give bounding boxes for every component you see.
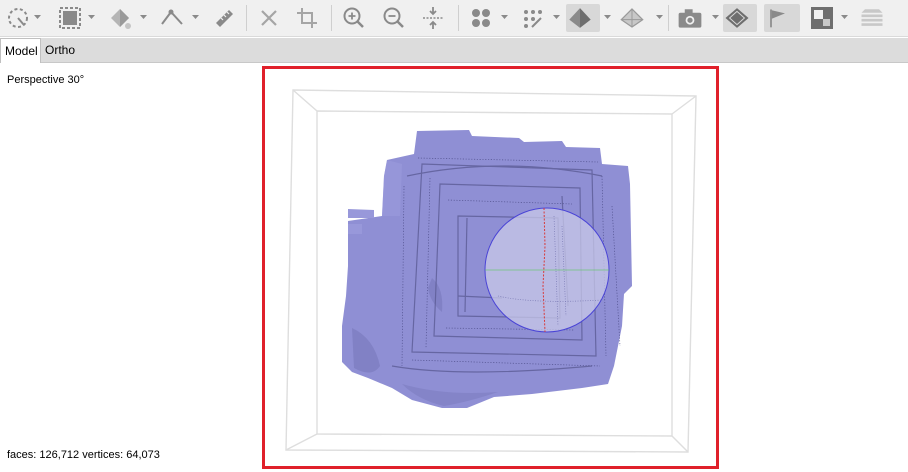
- zoom-in-icon[interactable]: [340, 4, 368, 32]
- toolbar: [0, 0, 908, 37]
- toolbar-separator: [331, 5, 332, 31]
- mesh-surface: [342, 130, 632, 408]
- solid-pyramid-icon[interactable]: [566, 4, 600, 32]
- projection-label: Perspective 30°: [7, 74, 85, 86]
- measure-angle-icon[interactable]: [158, 4, 186, 32]
- points-sparse-dropdown-icon[interactable]: [553, 12, 560, 22]
- layers-icon[interactable]: [858, 4, 890, 32]
- wireframe-dropdown-icon[interactable]: [656, 12, 663, 22]
- ruler-icon[interactable]: [210, 4, 238, 32]
- select-rectangle-dropdown-icon[interactable]: [88, 12, 95, 22]
- toolbar-separator: [246, 5, 247, 31]
- fit-view-icon[interactable]: [419, 4, 447, 32]
- select-rectangle-icon[interactable]: [56, 4, 84, 32]
- tab-model[interactable]: Model: [0, 38, 41, 63]
- solid-dropdown-icon[interactable]: [604, 12, 611, 22]
- toolbar-separator: [668, 5, 669, 31]
- 3d-viewport[interactable]: Perspective 30° faces: 126,712 vertices:…: [0, 63, 908, 471]
- toolbar-separator: [458, 5, 459, 31]
- wireframe-pyramid-icon[interactable]: [618, 4, 652, 32]
- points-grid-icon[interactable]: [467, 4, 495, 32]
- crop-icon[interactable]: [293, 4, 321, 32]
- model-scene[interactable]: [262, 66, 719, 469]
- flag-icon[interactable]: [764, 4, 800, 32]
- texture-diamond-icon[interactable]: [723, 4, 757, 32]
- selection-lasso-icon[interactable]: [4, 4, 32, 32]
- view-tabs: Model Ortho: [0, 38, 908, 63]
- camera-dropdown-icon[interactable]: [712, 12, 719, 22]
- selection-dropdown-icon[interactable]: [34, 12, 41, 22]
- points-sparse-icon[interactable]: [519, 4, 547, 32]
- model-render: [262, 66, 719, 469]
- paint-dropdown-icon[interactable]: [140, 12, 147, 22]
- mesh-stats-label: faces: 126,712 vertices: 64,073: [7, 449, 160, 461]
- measure-dropdown-icon[interactable]: [192, 12, 199, 22]
- points-grid-dropdown-icon[interactable]: [501, 12, 508, 22]
- paint-bucket-icon[interactable]: [106, 4, 134, 32]
- zoom-out-icon[interactable]: [380, 4, 408, 32]
- image-texture-icon[interactable]: [808, 4, 836, 32]
- tab-ortho[interactable]: Ortho: [41, 38, 81, 63]
- image-texture-dropdown-icon[interactable]: [841, 12, 848, 22]
- delete-icon[interactable]: [255, 4, 283, 32]
- camera-icon[interactable]: [676, 4, 708, 32]
